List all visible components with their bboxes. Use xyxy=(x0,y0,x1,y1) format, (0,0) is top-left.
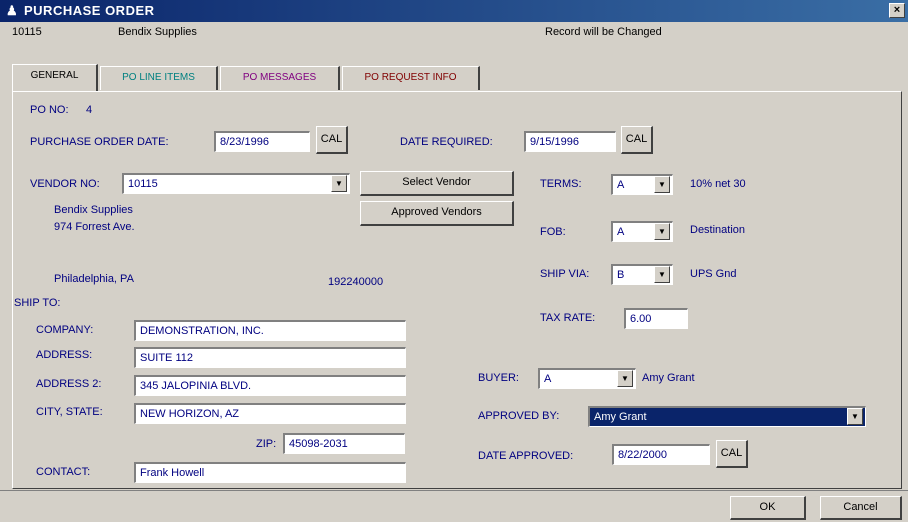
approved-by-combo[interactable]: Amy Grant xyxy=(588,406,866,427)
fob-description: Destination xyxy=(690,224,746,236)
record-status: Record will be Changed xyxy=(545,26,662,38)
contact-field[interactable]: Frank Howell xyxy=(134,462,406,483)
tab-po-request-info-label: PO REQUEST INFO xyxy=(364,72,457,83)
tab-general-label: GENERAL xyxy=(30,70,79,81)
vendor-address-street: 974 Forrest Ave. xyxy=(54,221,135,233)
app-icon: ♟ xyxy=(6,3,18,18)
ship-via-label: SHIP VIA: xyxy=(540,268,590,280)
vendor-address-zip: 192240000 xyxy=(328,276,384,288)
ship-via-description: UPS Gnd xyxy=(690,268,737,280)
approved-by-label: APPROVED BY: xyxy=(478,410,560,422)
ship-via-dropdown-button[interactable]: ▼ xyxy=(654,266,670,283)
tab-po-line-items-label: PO LINE ITEMS xyxy=(122,72,195,83)
zip-field[interactable]: 45098-2031 xyxy=(283,433,405,454)
ship-via-value: B xyxy=(617,269,625,281)
vendor-no-label: VENDOR NO: xyxy=(30,178,100,190)
fob-label: FOB: xyxy=(540,226,566,238)
terms-value: A xyxy=(617,179,625,191)
general-panel xyxy=(12,91,902,489)
vendor-no-dropdown-button[interactable]: ▼ xyxy=(331,175,347,192)
tax-rate-label: TAX RATE: xyxy=(540,312,596,324)
tab-po-messages[interactable]: PO MESSAGES xyxy=(220,66,340,90)
approved-by-value: Amy Grant xyxy=(594,411,647,423)
chevron-down-icon: ▼ xyxy=(335,179,343,188)
date-required-label: DATE REQUIRED: xyxy=(400,136,493,148)
city-state-field[interactable]: NEW HORIZON, AZ xyxy=(134,403,406,424)
chevron-down-icon: ▼ xyxy=(658,270,666,279)
ok-button[interactable]: OK xyxy=(730,496,806,520)
title-bar[interactable]: ♟ PURCHASE ORDER × xyxy=(0,0,908,22)
contact-label: CONTACT: xyxy=(36,466,91,478)
window-title: PURCHASE ORDER xyxy=(24,3,155,18)
po-date-cal-button[interactable]: CAL xyxy=(316,126,348,154)
vendor-no-combo[interactable]: 10115 xyxy=(122,173,350,194)
po-date-label: PURCHASE ORDER DATE: xyxy=(30,136,169,148)
date-approved-cal-button[interactable]: CAL xyxy=(716,440,748,468)
address2-label: ADDRESS 2: xyxy=(36,378,102,390)
approved-by-dropdown-button[interactable]: ▼ xyxy=(847,408,863,425)
chevron-down-icon: ▼ xyxy=(658,180,666,189)
company-field[interactable]: DEMONSTRATION, INC. xyxy=(134,320,406,341)
buyer-dropdown-button[interactable]: ▼ xyxy=(617,370,633,387)
ship-to-label: SHIP TO: xyxy=(14,297,61,309)
buyer-value: A xyxy=(544,373,552,385)
vendor-address-name: Bendix Supplies xyxy=(54,204,133,216)
address2-field[interactable]: 345 JALOPINIA BLVD. xyxy=(134,375,406,396)
select-vendor-button[interactable]: Select Vendor xyxy=(360,171,514,196)
terms-description: 10% net 30 xyxy=(690,178,746,190)
header-vendor-code: 10115 xyxy=(12,26,42,38)
date-required-field[interactable]: 9/15/1996 xyxy=(524,131,616,152)
tab-po-request-info[interactable]: PO REQUEST INFO xyxy=(342,66,480,90)
city-state-label: CITY, STATE: xyxy=(36,406,103,418)
date-required-cal-button[interactable]: CAL xyxy=(621,126,653,154)
tab-general[interactable]: GENERAL xyxy=(12,64,98,91)
chevron-down-icon: ▼ xyxy=(621,374,629,383)
zip-label: ZIP: xyxy=(256,438,277,450)
tab-po-messages-label: PO MESSAGES xyxy=(242,72,317,83)
date-approved-label: DATE APPROVED: xyxy=(478,450,574,462)
close-button[interactable]: × xyxy=(889,3,905,18)
po-no-value: 4 xyxy=(86,104,93,116)
vendor-address-city: Philadelphia, PA xyxy=(54,273,134,285)
address-field[interactable]: SUITE 112 xyxy=(134,347,406,368)
approved-vendors-button[interactable]: Approved Vendors xyxy=(360,201,514,226)
purchase-order-window: ♟ PURCHASE ORDER × 10115 Bendix Supplies… xyxy=(0,0,908,522)
chevron-down-icon: ▼ xyxy=(851,412,859,421)
cancel-button[interactable]: Cancel xyxy=(820,496,902,520)
header-vendor-name: Bendix Supplies xyxy=(118,26,197,38)
fob-dropdown-button[interactable]: ▼ xyxy=(654,223,670,240)
company-label: COMPANY: xyxy=(36,324,94,336)
tab-po-line-items[interactable]: PO LINE ITEMS xyxy=(100,66,218,90)
buyer-description: Amy Grant xyxy=(642,372,695,384)
address-label: ADDRESS: xyxy=(36,349,93,361)
chevron-down-icon: ▼ xyxy=(658,227,666,236)
date-approved-field[interactable]: 8/22/2000 xyxy=(612,444,710,465)
po-no-label: PO NO: xyxy=(30,104,69,116)
close-icon: × xyxy=(893,4,901,16)
vendor-no-value: 10115 xyxy=(128,178,158,190)
terms-label: TERMS: xyxy=(540,178,582,190)
fob-value: A xyxy=(617,226,625,238)
tax-rate-field[interactable]: 6.00 xyxy=(624,308,688,329)
po-date-field[interactable]: 8/23/1996 xyxy=(214,131,310,152)
buyer-label: BUYER: xyxy=(478,372,519,384)
terms-dropdown-button[interactable]: ▼ xyxy=(654,176,670,193)
